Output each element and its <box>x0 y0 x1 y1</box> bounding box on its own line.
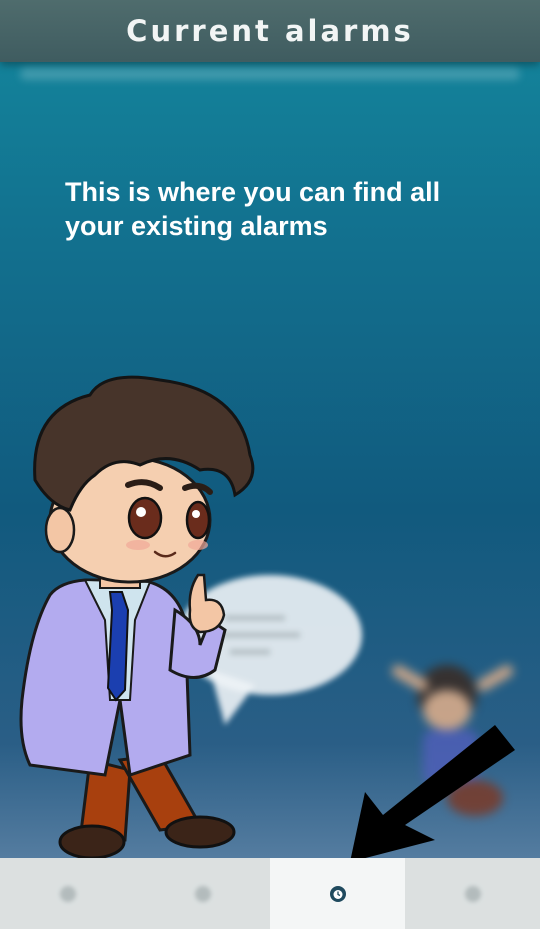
nav-item-calendar[interactable] <box>135 858 270 929</box>
calendar-icon <box>194 885 211 902</box>
nav-item-alarm[interactable] <box>0 858 135 929</box>
tutorial-pointer-arrow <box>350 725 515 862</box>
settings-icon <box>464 885 481 902</box>
nav-item-current-alarms[interactable] <box>270 858 405 929</box>
nav-item-settings[interactable] <box>405 858 540 929</box>
page-title: Current alarms <box>126 14 414 48</box>
app-header: Current alarms <box>0 0 540 62</box>
tutorial-guide-character <box>19 375 255 860</box>
alarm-icon <box>59 885 76 902</box>
blurred-content-strip <box>20 68 520 80</box>
tutorial-message: This is where you can find all your exis… <box>65 177 441 241</box>
current-alarms-icon <box>329 885 346 902</box>
bottom-navigation-bar <box>0 858 540 929</box>
